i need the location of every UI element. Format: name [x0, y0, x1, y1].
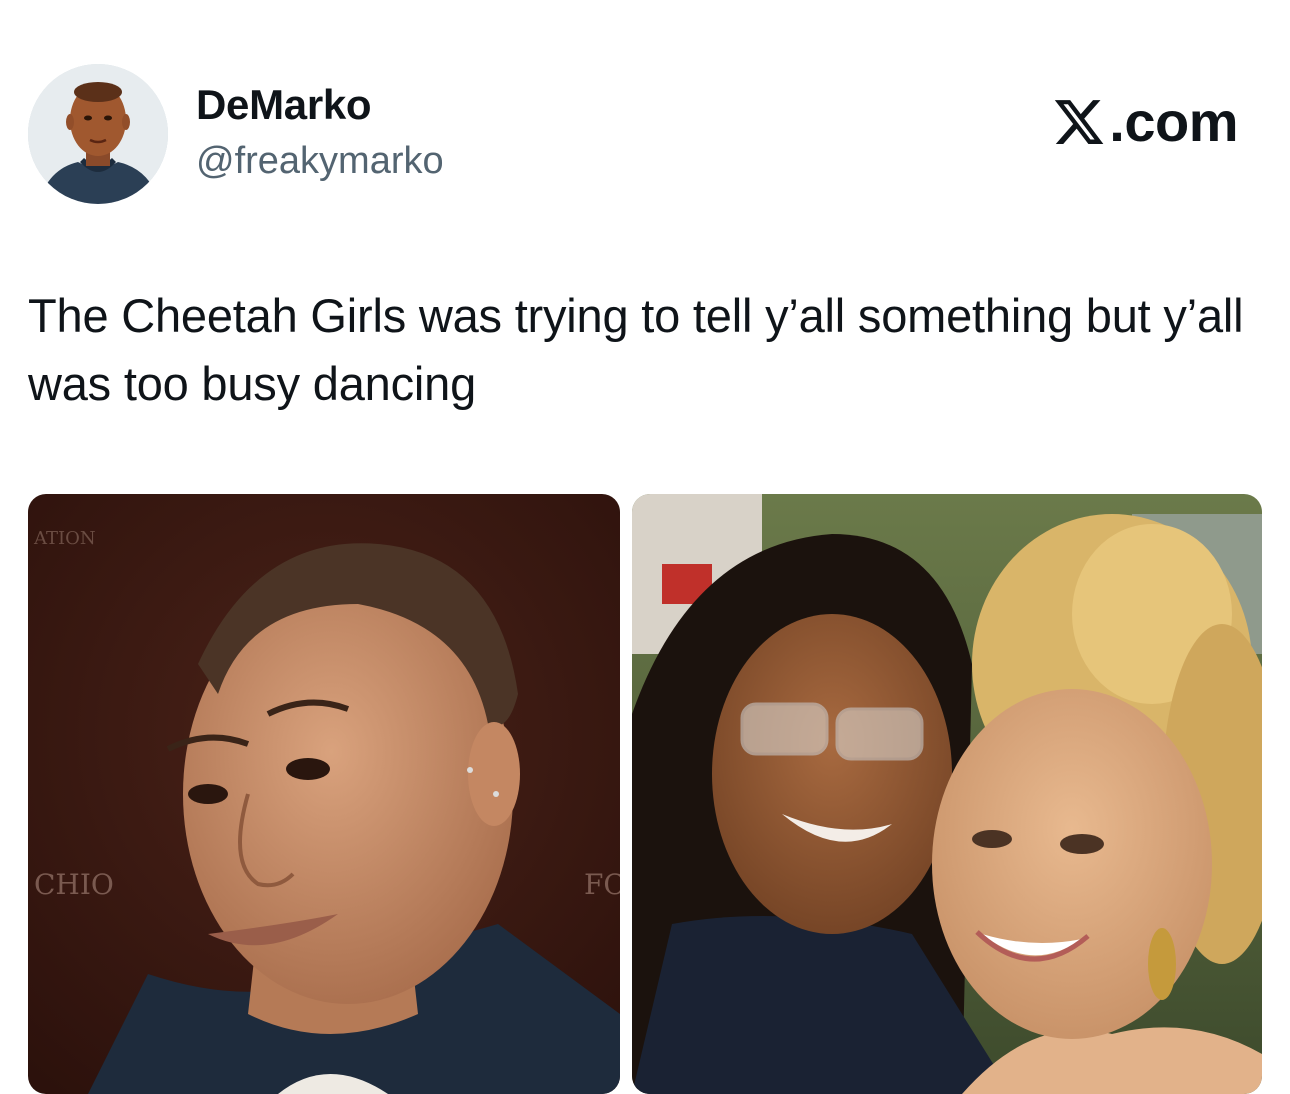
x-logo-icon [1055, 100, 1104, 144]
author-display-name[interactable]: DeMarko [196, 80, 444, 130]
author-handle[interactable]: @freakymarko [196, 136, 444, 186]
tweet-text: The Cheetah Girls was trying to tell y’a… [28, 289, 1244, 410]
author-names: DeMarko @freakymarko [196, 80, 444, 186]
photo-left-image: ATION CHIO FC [28, 494, 620, 1094]
backdrop-text-fc: FC [584, 868, 620, 901]
media-grid: ATION CHIO FC [28, 494, 1262, 1094]
backdrop-text-chio: CHIO [34, 868, 114, 901]
backdrop-text-top: ATION [33, 528, 96, 549]
photo-right[interactable] [632, 494, 1262, 1094]
photo-right-image [632, 494, 1262, 1094]
brand-label: .com [1109, 90, 1238, 153]
avatar[interactable] [28, 64, 168, 204]
avatar-image [28, 64, 168, 204]
tweet-header: DeMarko @freakymarko .com [0, 0, 1290, 230]
brand-mark: .com [1051, 90, 1238, 154]
photo-left[interactable]: ATION CHIO FC [28, 494, 620, 1094]
